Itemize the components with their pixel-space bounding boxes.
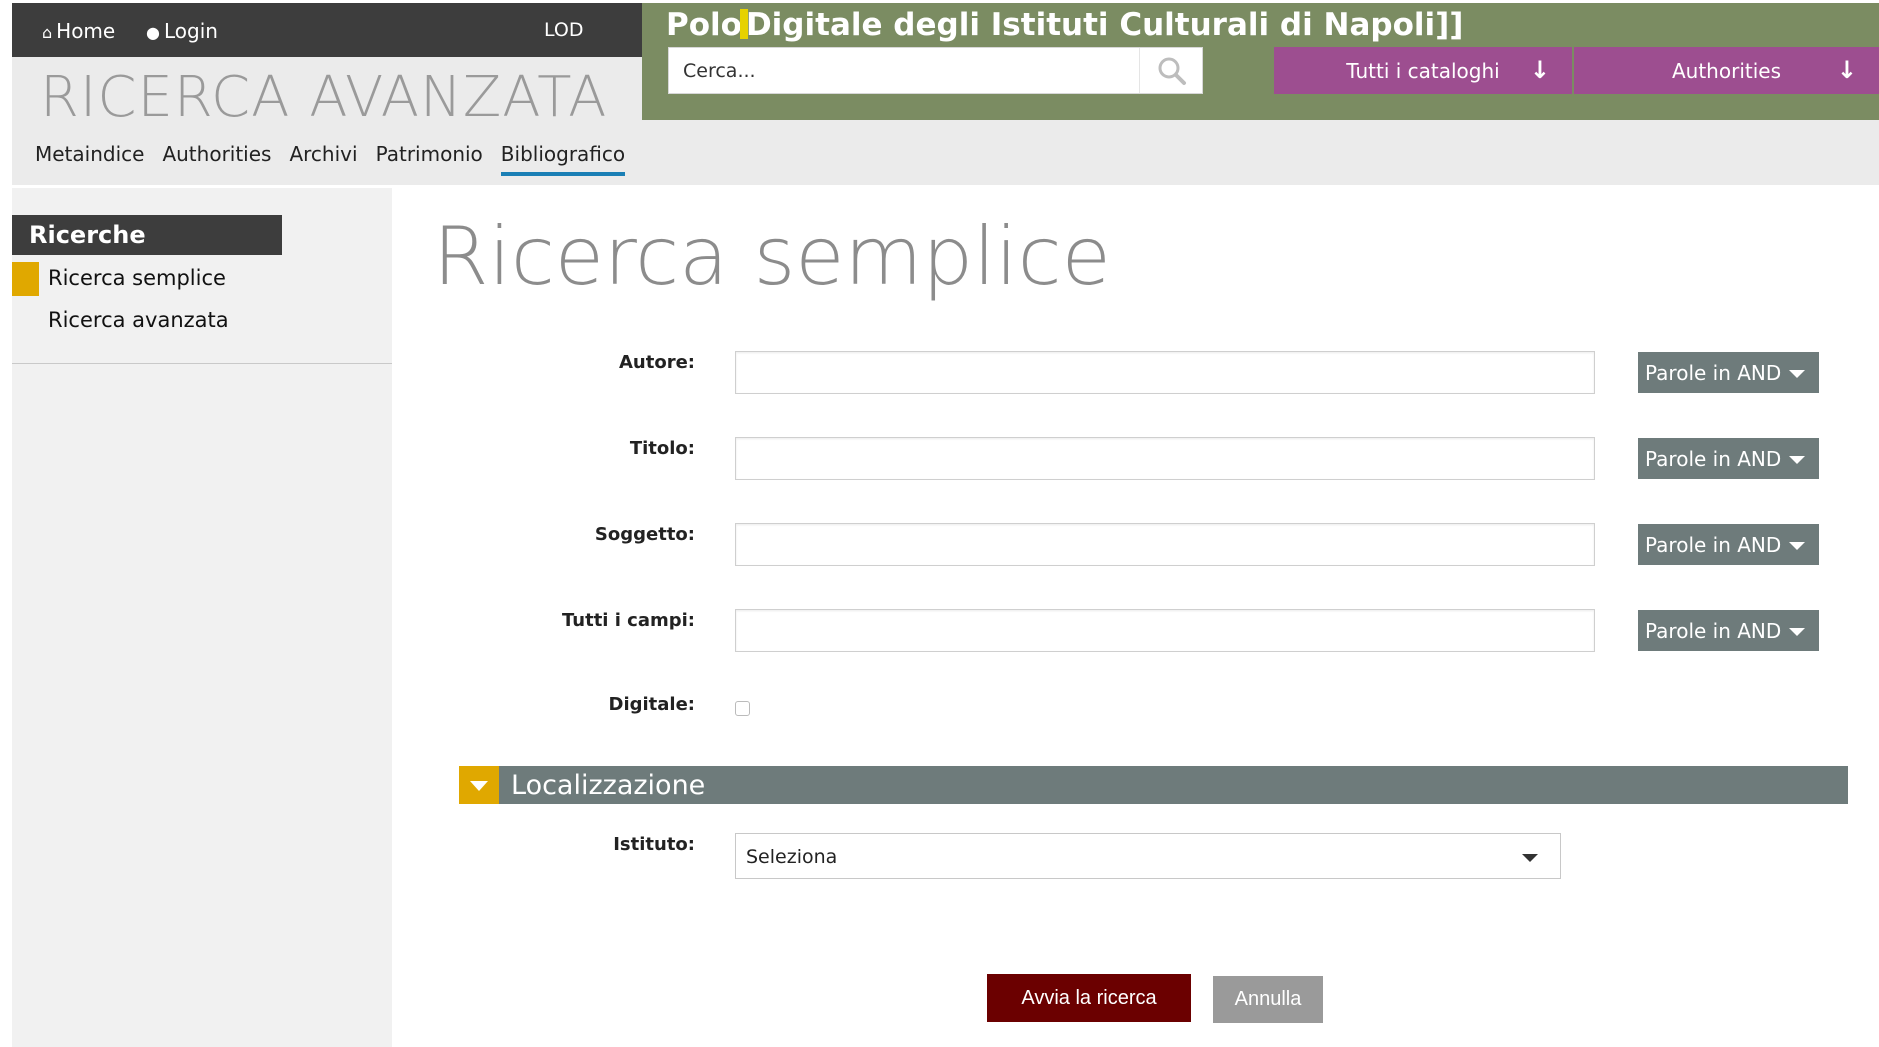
top-navbar: ⌂ Home ● Login LOD: [12, 3, 642, 57]
arrow-down-icon: ↓: [1836, 56, 1857, 84]
catalog-tabs: Metaindice Authorities Archivi Patrimoni…: [35, 142, 626, 176]
soggetto-label: Soggetto:: [594, 524, 695, 545]
collapse-toggle[interactable]: [459, 766, 499, 804]
tab-bibliografico[interactable]: Bibliografico: [500, 142, 626, 176]
authorities-dropdown[interactable]: Authorities ↓: [1574, 47, 1879, 94]
titolo-label: Titolo:: [629, 438, 695, 459]
localizzazione-section-header[interactable]: Localizzazione: [459, 766, 1848, 804]
sidebar-item-label: Ricerca avanzata: [48, 308, 229, 332]
global-search-input[interactable]: [683, 60, 1103, 82]
tab-archivi[interactable]: Archivi: [289, 142, 357, 176]
operator-label: Parole in AND: [1645, 619, 1782, 643]
istituto-select[interactable]: Seleziona: [735, 833, 1561, 879]
page-title: Ricerca semplice: [433, 210, 1111, 303]
operator-label: Parole in AND: [1645, 361, 1782, 385]
field-row-tutti-i-campi: Tutti i campi: Parole in AND: [0, 609, 1879, 653]
autore-operator-select[interactable]: Parole in AND: [1638, 352, 1819, 393]
tab-authorities[interactable]: Authorities: [162, 142, 271, 176]
titolo-input[interactable]: [735, 437, 1595, 480]
operator-label: Parole in AND: [1645, 447, 1782, 471]
cancel-button[interactable]: Annulla: [1213, 976, 1323, 1023]
istituto-selected-value: Seleziona: [746, 846, 838, 868]
soggetto-input[interactable]: [735, 523, 1595, 566]
search-icon: [1158, 57, 1186, 85]
digitale-checkbox[interactable]: [735, 701, 750, 716]
portal-banner: Polo Digitale degli Istituti Culturali di…: [642, 3, 1879, 120]
caret-down-icon: [1789, 370, 1805, 378]
caret-down-icon: [1789, 542, 1805, 550]
istituto-label: Istituto:: [613, 834, 695, 855]
soggetto-operator-select[interactable]: Parole in AND: [1638, 524, 1819, 565]
user-icon: ●: [146, 23, 160, 42]
active-marker: [12, 262, 39, 296]
login-label: Login: [163, 19, 218, 43]
tab-patrimonio[interactable]: Patrimonio: [376, 142, 483, 176]
tab-metaindice[interactable]: Metaindice: [35, 142, 144, 176]
autore-input[interactable]: [735, 351, 1595, 394]
submit-search-button[interactable]: Avvia la ricerca: [987, 974, 1191, 1022]
catalog-dropdown-label: Tutti i cataloghi: [1346, 58, 1500, 83]
portal-title-part1: Polo: [666, 7, 742, 43]
home-link[interactable]: ⌂ Home: [42, 19, 115, 43]
home-label: Home: [56, 19, 116, 43]
global-search-box: [668, 47, 1203, 94]
caret-down-icon: [1789, 628, 1805, 636]
tutti-i-campi-operator-select[interactable]: Parole in AND: [1638, 610, 1819, 651]
field-row-autore: Autore: Parole in AND: [0, 351, 1879, 395]
autore-label: Autore:: [619, 352, 695, 373]
field-row-soggetto: Soggetto: Parole in AND: [0, 523, 1879, 567]
caret-down-icon: [1522, 854, 1538, 862]
portal-title: Polo Digitale degli Istituti Culturali di…: [666, 7, 1463, 43]
portal-title-part2: Digitale degli Istituti Culturali di Nap…: [745, 7, 1464, 43]
titolo-operator-select[interactable]: Parole in AND: [1638, 438, 1819, 479]
tutti-i-campi-label: Tutti i campi:: [561, 610, 695, 631]
home-icon: ⌂: [42, 23, 53, 42]
operator-label: Parole in AND: [1645, 533, 1782, 557]
section-title: RICERCA AVANZATA: [40, 65, 608, 130]
authorities-dropdown-label: Authorities: [1671, 58, 1781, 83]
arrow-down-icon: ↓: [1529, 56, 1550, 84]
field-row-titolo: Titolo: Parole in AND: [0, 437, 1879, 481]
lod-link[interactable]: LOD: [544, 19, 584, 41]
sidebar-item-ricerca-semplice[interactable]: Ricerca semplice: [12, 262, 312, 296]
sidebar-heading: Ricerche: [12, 215, 282, 255]
sidebar-item-ricerca-avanzata[interactable]: Ricerca avanzata: [12, 304, 312, 338]
localizzazione-title: Localizzazione: [511, 770, 706, 801]
caret-down-icon: [470, 781, 488, 791]
login-link[interactable]: ● Login: [146, 19, 218, 43]
catalog-dropdown[interactable]: Tutti i cataloghi ↓: [1274, 47, 1572, 94]
tutti-i-campi-input[interactable]: [735, 609, 1595, 652]
sidebar-item-label: Ricerca semplice: [48, 266, 226, 290]
search-button[interactable]: [1139, 48, 1203, 93]
digitale-label: Digitale:: [608, 694, 696, 715]
caret-down-icon: [1789, 456, 1805, 464]
